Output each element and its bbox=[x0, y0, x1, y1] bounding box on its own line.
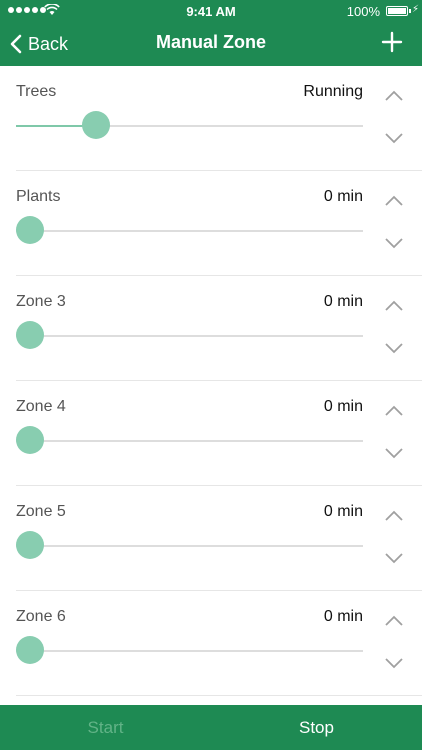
charging-icon: ⚡ bbox=[411, 4, 419, 15]
chevron-down-icon[interactable] bbox=[384, 132, 404, 146]
zone-slider-track[interactable] bbox=[16, 545, 363, 547]
page-title: Manual Zone bbox=[155, 32, 266, 52]
zone-slider-knob[interactable] bbox=[81, 111, 110, 139]
chevron-down-icon[interactable] bbox=[384, 342, 404, 356]
zone-row: Plants 0 min bbox=[16, 171, 422, 276]
zone-name: Zone 4 bbox=[16, 398, 66, 415]
stop-button[interactable]: Stop bbox=[211, 705, 422, 750]
zone-row: Zone 4 0 min bbox=[16, 381, 422, 486]
zone-slider-track[interactable] bbox=[16, 125, 363, 127]
zone-duration: Running bbox=[303, 83, 363, 100]
zone-duration: 0 min bbox=[323, 398, 363, 415]
zone-name: Zone 3 bbox=[16, 293, 66, 310]
chevron-up-icon[interactable] bbox=[384, 508, 404, 522]
zone-slider-knob[interactable] bbox=[16, 216, 44, 244]
zone-duration: 0 min bbox=[323, 293, 363, 310]
plus-icon[interactable] bbox=[380, 30, 404, 54]
chevron-down-icon[interactable] bbox=[384, 657, 404, 671]
zone-slider-knob[interactable] bbox=[16, 426, 44, 454]
chevron-up-icon[interactable] bbox=[384, 403, 404, 417]
chevron-down-icon[interactable] bbox=[384, 237, 404, 251]
status-bar: 9:41 AM 100% ⚡ bbox=[0, 0, 422, 22]
footer-bar: Start Stop bbox=[0, 705, 422, 750]
zone-slider-track[interactable] bbox=[16, 440, 363, 442]
battery-percent: 100% bbox=[346, 4, 380, 19]
zone-list: Trees Running Plants 0 min Zone 3 0 min … bbox=[0, 66, 422, 696]
zone-row: Zone 3 0 min bbox=[16, 276, 422, 381]
zone-slider-track[interactable] bbox=[16, 335, 363, 337]
chevron-up-icon[interactable] bbox=[384, 613, 404, 627]
chevron-up-icon[interactable] bbox=[384, 193, 404, 207]
chevron-down-icon[interactable] bbox=[384, 447, 404, 461]
zone-name: Zone 5 bbox=[16, 503, 66, 520]
chevron-up-icon[interactable] bbox=[384, 88, 404, 102]
chevron-up-icon[interactable] bbox=[384, 298, 404, 312]
zone-slider-track[interactable] bbox=[16, 230, 363, 232]
zone-duration: 0 min bbox=[323, 608, 363, 625]
battery-tip bbox=[409, 9, 411, 13]
zone-name: Zone 6 bbox=[16, 608, 66, 625]
app-header: 9:41 AM 100% ⚡ Back Manual Zone bbox=[0, 0, 422, 66]
zone-slider-knob[interactable] bbox=[16, 321, 44, 349]
zone-duration: 0 min bbox=[323, 503, 363, 520]
start-button[interactable]: Start bbox=[0, 705, 211, 750]
zone-slider-knob[interactable] bbox=[16, 636, 44, 664]
zone-slider-track[interactable] bbox=[16, 650, 363, 652]
zone-name: Plants bbox=[16, 188, 61, 205]
chevron-down-icon[interactable] bbox=[384, 552, 404, 566]
zone-row: Zone 5 0 min bbox=[16, 486, 422, 591]
zone-row: Zone 6 0 min bbox=[16, 591, 422, 696]
battery-icon bbox=[386, 6, 408, 16]
zone-duration: 0 min bbox=[323, 188, 363, 205]
zone-slider-knob[interactable] bbox=[16, 531, 44, 559]
zone-name: Trees bbox=[16, 83, 57, 100]
zone-row: Trees Running bbox=[16, 66, 422, 171]
